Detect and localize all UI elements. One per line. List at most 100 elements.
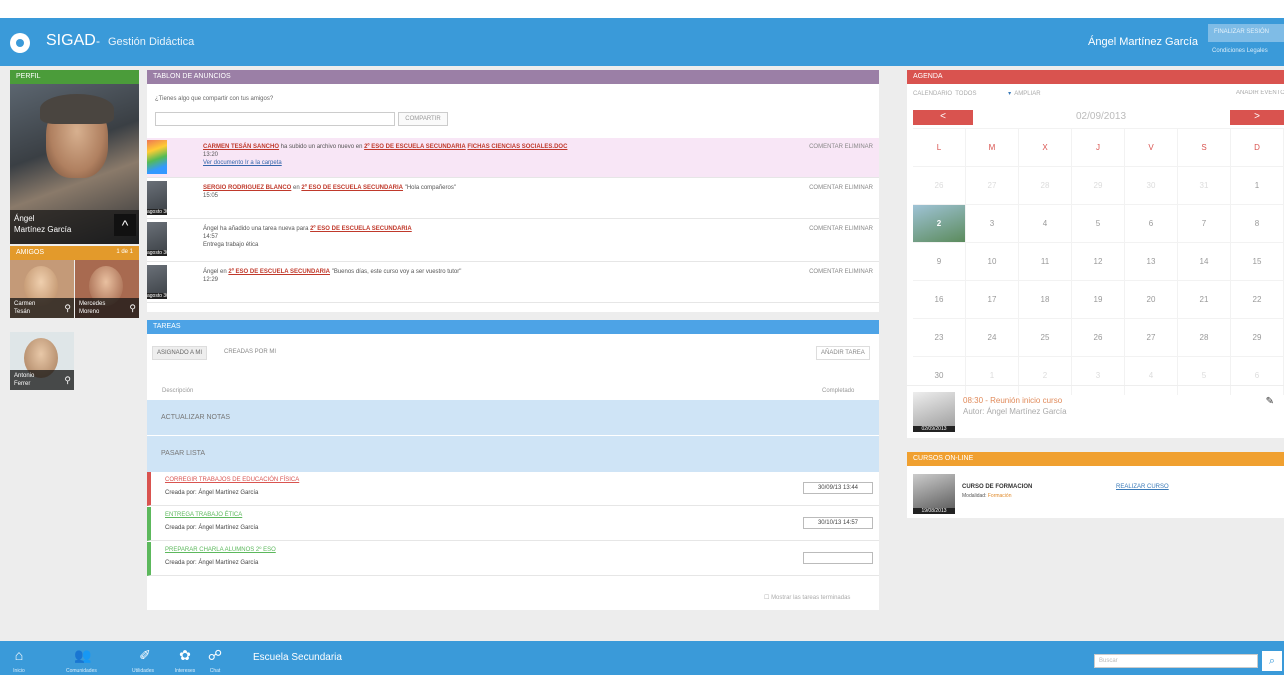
calendar-day[interactable]: 28 bbox=[1178, 319, 1231, 357]
task-title[interactable]: ENTREGA TRABAJO ÉTICA bbox=[165, 512, 242, 518]
calendar-day[interactable]: 23 bbox=[913, 319, 966, 357]
calendar-day[interactable]: 7 bbox=[1178, 205, 1231, 243]
remove-friend-icon[interactable]: ⚲ bbox=[64, 375, 71, 386]
filter-select[interactable]: TODOS bbox=[955, 91, 976, 97]
show-finished-checkbox[interactable]: ☐ Mostrar las tareas terminadas bbox=[764, 594, 850, 601]
tab-created-by-me[interactable]: CREADAS POR MI bbox=[220, 346, 280, 360]
footer-interests-label[interactable]: Intereses bbox=[170, 668, 200, 674]
chevron-down-icon[interactable]: ▾ bbox=[1008, 91, 1011, 97]
interests-icon[interactable]: ✿ bbox=[172, 647, 198, 664]
calendar-day[interactable]: 29 bbox=[1072, 167, 1125, 205]
calendar-day[interactable]: 13 bbox=[1125, 243, 1178, 281]
home-icon[interactable]: ⌂ bbox=[6, 647, 32, 663]
next-month-button[interactable]: > bbox=[1230, 110, 1284, 125]
calendar-day[interactable]: 22 bbox=[1231, 281, 1284, 319]
share-button[interactable]: COMPARTIR bbox=[398, 112, 448, 126]
prev-month-button[interactable]: < bbox=[913, 110, 973, 125]
expand-link[interactable]: AMPLIAR bbox=[1014, 91, 1040, 97]
task-group[interactable]: PASAR LISTA bbox=[147, 436, 879, 472]
calendar-day[interactable]: 12 bbox=[1072, 243, 1125, 281]
event-author: Autor: Ángel Martínez García bbox=[963, 407, 1067, 416]
calendar-day[interactable]: 15 bbox=[1231, 243, 1284, 281]
calendar-link[interactable]: CALENDARIO bbox=[913, 91, 952, 97]
checkbox-icon[interactable]: ☐ bbox=[764, 595, 769, 601]
legal-conditions-link[interactable]: Condiciones Legales bbox=[1212, 48, 1268, 54]
post-actions[interactable]: COMENTAR ELIMINAR bbox=[809, 226, 873, 232]
calendar-day[interactable]: 14 bbox=[1178, 243, 1231, 281]
calendar-day[interactable]: 6 bbox=[1125, 205, 1178, 243]
calendar-day[interactable]: 31 bbox=[1178, 167, 1231, 205]
post-actions[interactable]: COMENTAR ELIMINAR bbox=[809, 144, 873, 150]
search-icon[interactable]: ⌕ bbox=[1262, 651, 1282, 671]
course-name[interactable]: CURSO DE FORMACION bbox=[962, 484, 1032, 490]
calendar-day[interactable]: 24 bbox=[966, 319, 1019, 357]
calendar-day[interactable]: 4 bbox=[1019, 205, 1072, 243]
utilities-icon[interactable]: ✐ bbox=[132, 647, 158, 664]
calendar-day[interactable]: 10 bbox=[966, 243, 1019, 281]
search-input[interactable]: Buscar bbox=[1094, 654, 1258, 668]
calendar-day[interactable]: 18 bbox=[1019, 281, 1072, 319]
calendar-weekday: X bbox=[1019, 129, 1072, 167]
task-date[interactable]: 30/09/13 13:44 bbox=[803, 482, 873, 494]
tab-assigned-to-me[interactable]: ASIGNADO A MI bbox=[152, 346, 208, 360]
school-name[interactable]: Escuela Secundaria bbox=[253, 652, 342, 663]
calendar-day[interactable]: 28 bbox=[1019, 167, 1072, 205]
logout-button[interactable]: FINALIZAR SESIÓN bbox=[1208, 24, 1284, 42]
friend-card[interactable]: Carmen Tesán ⚲ bbox=[10, 260, 74, 318]
task-date[interactable]: 30/10/13 14:57 bbox=[803, 517, 873, 529]
calendar-day[interactable]: 27 bbox=[966, 167, 1019, 205]
calendar-day[interactable]: 11 bbox=[1019, 243, 1072, 281]
calendar-day[interactable]: 30 bbox=[1125, 167, 1178, 205]
friend-card[interactable]: Antonio Ferrer ⚲ bbox=[10, 332, 74, 390]
calendar-day[interactable]: 21 bbox=[1178, 281, 1231, 319]
task-row[interactable]: CORREGIR TRABAJOS DE EDUCACIÓN FÍSICA Cr… bbox=[147, 472, 879, 506]
friend-card[interactable]: Mercedes Moreno ⚲ bbox=[75, 260, 139, 318]
calendar-day[interactable]: 1 bbox=[1231, 167, 1284, 205]
chat-icon[interactable]: ☍ bbox=[202, 647, 228, 664]
calendar-day[interactable]: 9 bbox=[913, 243, 966, 281]
calendar-day[interactable]: 5 bbox=[1072, 205, 1125, 243]
share-input[interactable] bbox=[155, 112, 395, 126]
calendar-day[interactable]: 26 bbox=[913, 167, 966, 205]
task-date[interactable] bbox=[803, 552, 873, 564]
app-header: SIGAD - Gestión Didáctica Ángel Martínez… bbox=[0, 18, 1284, 66]
calendar-day[interactable]: 16 bbox=[913, 281, 966, 319]
footer-chat-label[interactable]: Chat bbox=[200, 668, 230, 674]
footer-communities-label[interactable]: Comunidades bbox=[66, 668, 97, 674]
add-task-button[interactable]: AÑADIR TAREA bbox=[816, 346, 870, 360]
calendar-day[interactable]: 17 bbox=[966, 281, 1019, 319]
profile-chevron-up-icon[interactable]: ^ bbox=[114, 214, 136, 236]
calendar-day[interactable]: 26 bbox=[1072, 319, 1125, 357]
footer-utilities-label[interactable]: Utilidades bbox=[128, 668, 158, 674]
calendar-day[interactable]: 27 bbox=[1125, 319, 1178, 357]
task-title[interactable]: PREPARAR CHARLA ALUMNOS 2º ESO bbox=[165, 547, 276, 553]
agenda-event[interactable]: 02/09/2013 08:30 - Reunión inicio curso … bbox=[907, 385, 1284, 435]
calendar-day[interactable]: 29 bbox=[1231, 319, 1284, 357]
task-author: Creada por: Ángel Martínez García bbox=[165, 525, 259, 531]
sigad-logo-icon[interactable] bbox=[10, 33, 30, 53]
calendar-day[interactable]: 25 bbox=[1019, 319, 1072, 357]
communities-icon[interactable]: 👥 bbox=[70, 647, 96, 664]
remove-friend-icon[interactable]: ⚲ bbox=[129, 303, 136, 314]
calendar-day[interactable]: 3 bbox=[966, 205, 1019, 243]
calendar-day[interactable]: 8 bbox=[1231, 205, 1284, 243]
task-row[interactable]: ENTREGA TRABAJO ÉTICA Creada por: Ángel … bbox=[147, 507, 879, 541]
calendar-day[interactable]: 19 bbox=[1072, 281, 1125, 319]
attachment-icon[interactable]: ✎ bbox=[1266, 396, 1274, 407]
add-event-link[interactable]: AÑADIR EVENTO bbox=[1236, 90, 1284, 96]
remove-friend-icon[interactable]: ⚲ bbox=[64, 303, 71, 314]
calendar-day[interactable]: 2 bbox=[913, 205, 966, 243]
task-group[interactable]: ACTUALIZAR NOTAS bbox=[147, 400, 879, 436]
calendar-day[interactable]: 20 bbox=[1125, 281, 1178, 319]
calendar-week-row: 2345678 bbox=[913, 204, 1284, 243]
event-title[interactable]: 08:30 - Reunión inicio curso bbox=[963, 396, 1062, 405]
task-title[interactable]: CORREGIR TRABAJOS DE EDUCACIÓN FÍSICA bbox=[165, 477, 299, 483]
post-actions[interactable]: COMENTAR ELIMINAR bbox=[809, 185, 873, 191]
post-links[interactable]: Ver documento Ir a la carpeta bbox=[203, 160, 282, 166]
header-user-name[interactable]: Ángel Martínez García bbox=[1088, 36, 1198, 48]
board-header: TABLON DE ANUNCIOS bbox=[147, 70, 879, 84]
post-actions[interactable]: COMENTAR ELIMINAR bbox=[809, 269, 873, 275]
take-course-link[interactable]: REALIZAR CURSO bbox=[1116, 484, 1169, 490]
task-row[interactable]: PREPARAR CHARLA ALUMNOS 2º ESO Creada po… bbox=[147, 542, 879, 576]
footer-home-label[interactable]: Inicio bbox=[4, 668, 34, 674]
